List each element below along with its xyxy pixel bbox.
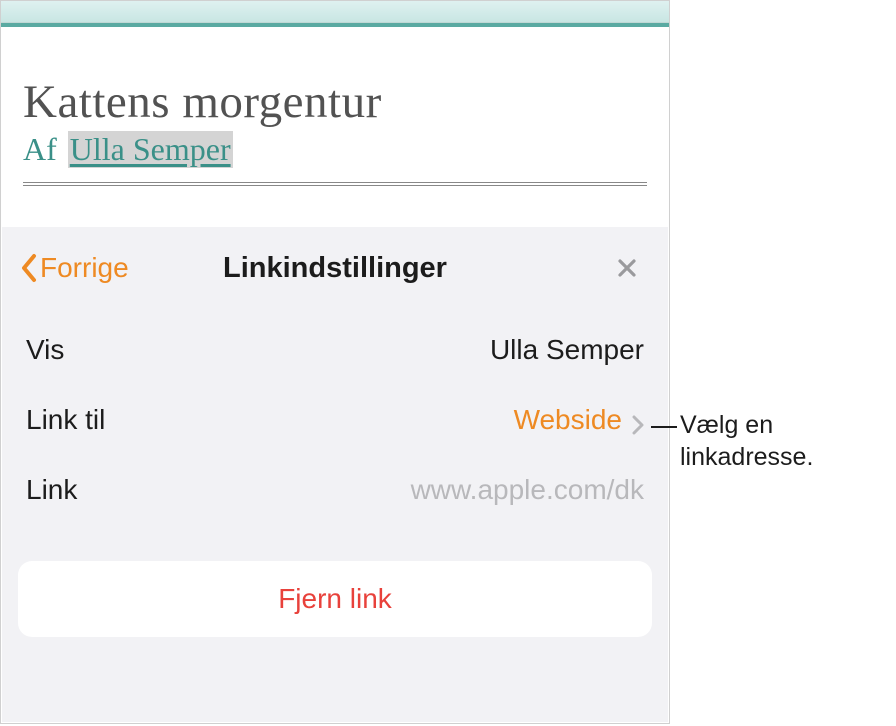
link-settings-popover: Forrige Linkindstillinger Vis Ulla Sempe… (2, 227, 668, 722)
settings-list: Vis Ulla Semper Link til Webside Link ww… (2, 307, 668, 525)
subtitle-prefix: Af (23, 131, 57, 168)
close-button[interactable] (610, 251, 644, 285)
display-text-value: Ulla Semper (490, 334, 644, 366)
callout-leader-line (651, 426, 677, 428)
link-url-row[interactable]: Link www.apple.com/dk (26, 455, 644, 525)
popover-header: Forrige Linkindstillinger (2, 227, 668, 307)
hyperlink-text[interactable]: Ulla Semper (68, 131, 233, 168)
link-to-text: Webside (514, 404, 622, 436)
callout-text: Vælg en linkadresse. (680, 409, 896, 473)
chevron-left-icon (20, 253, 38, 283)
back-button[interactable]: Forrige (20, 252, 129, 284)
chevron-right-icon (632, 410, 644, 430)
display-text-row[interactable]: Vis Ulla Semper (26, 315, 644, 385)
document-subtitle[interactable]: Af Ulla Semper (23, 131, 647, 168)
link-to-row[interactable]: Link til Webside (26, 385, 644, 455)
remove-button-wrapper: Fjern link (2, 525, 668, 637)
link-to-value: Webside (514, 404, 644, 436)
document-area: Kattens morgentur Af Ulla Semper (1, 27, 669, 186)
remove-link-button[interactable]: Fjern link (18, 561, 652, 637)
row-label: Link til (26, 404, 105, 436)
divider (23, 182, 647, 186)
app-window: Kattens morgentur Af Ulla Semper Forrige… (0, 0, 670, 724)
toolbar-strip (1, 1, 669, 23)
link-url-placeholder: www.apple.com/dk (411, 474, 644, 506)
row-label: Link (26, 474, 77, 506)
back-label: Forrige (40, 252, 129, 284)
close-icon (617, 258, 637, 278)
row-label: Vis (26, 334, 64, 366)
document-title[interactable]: Kattens morgentur (23, 75, 647, 129)
